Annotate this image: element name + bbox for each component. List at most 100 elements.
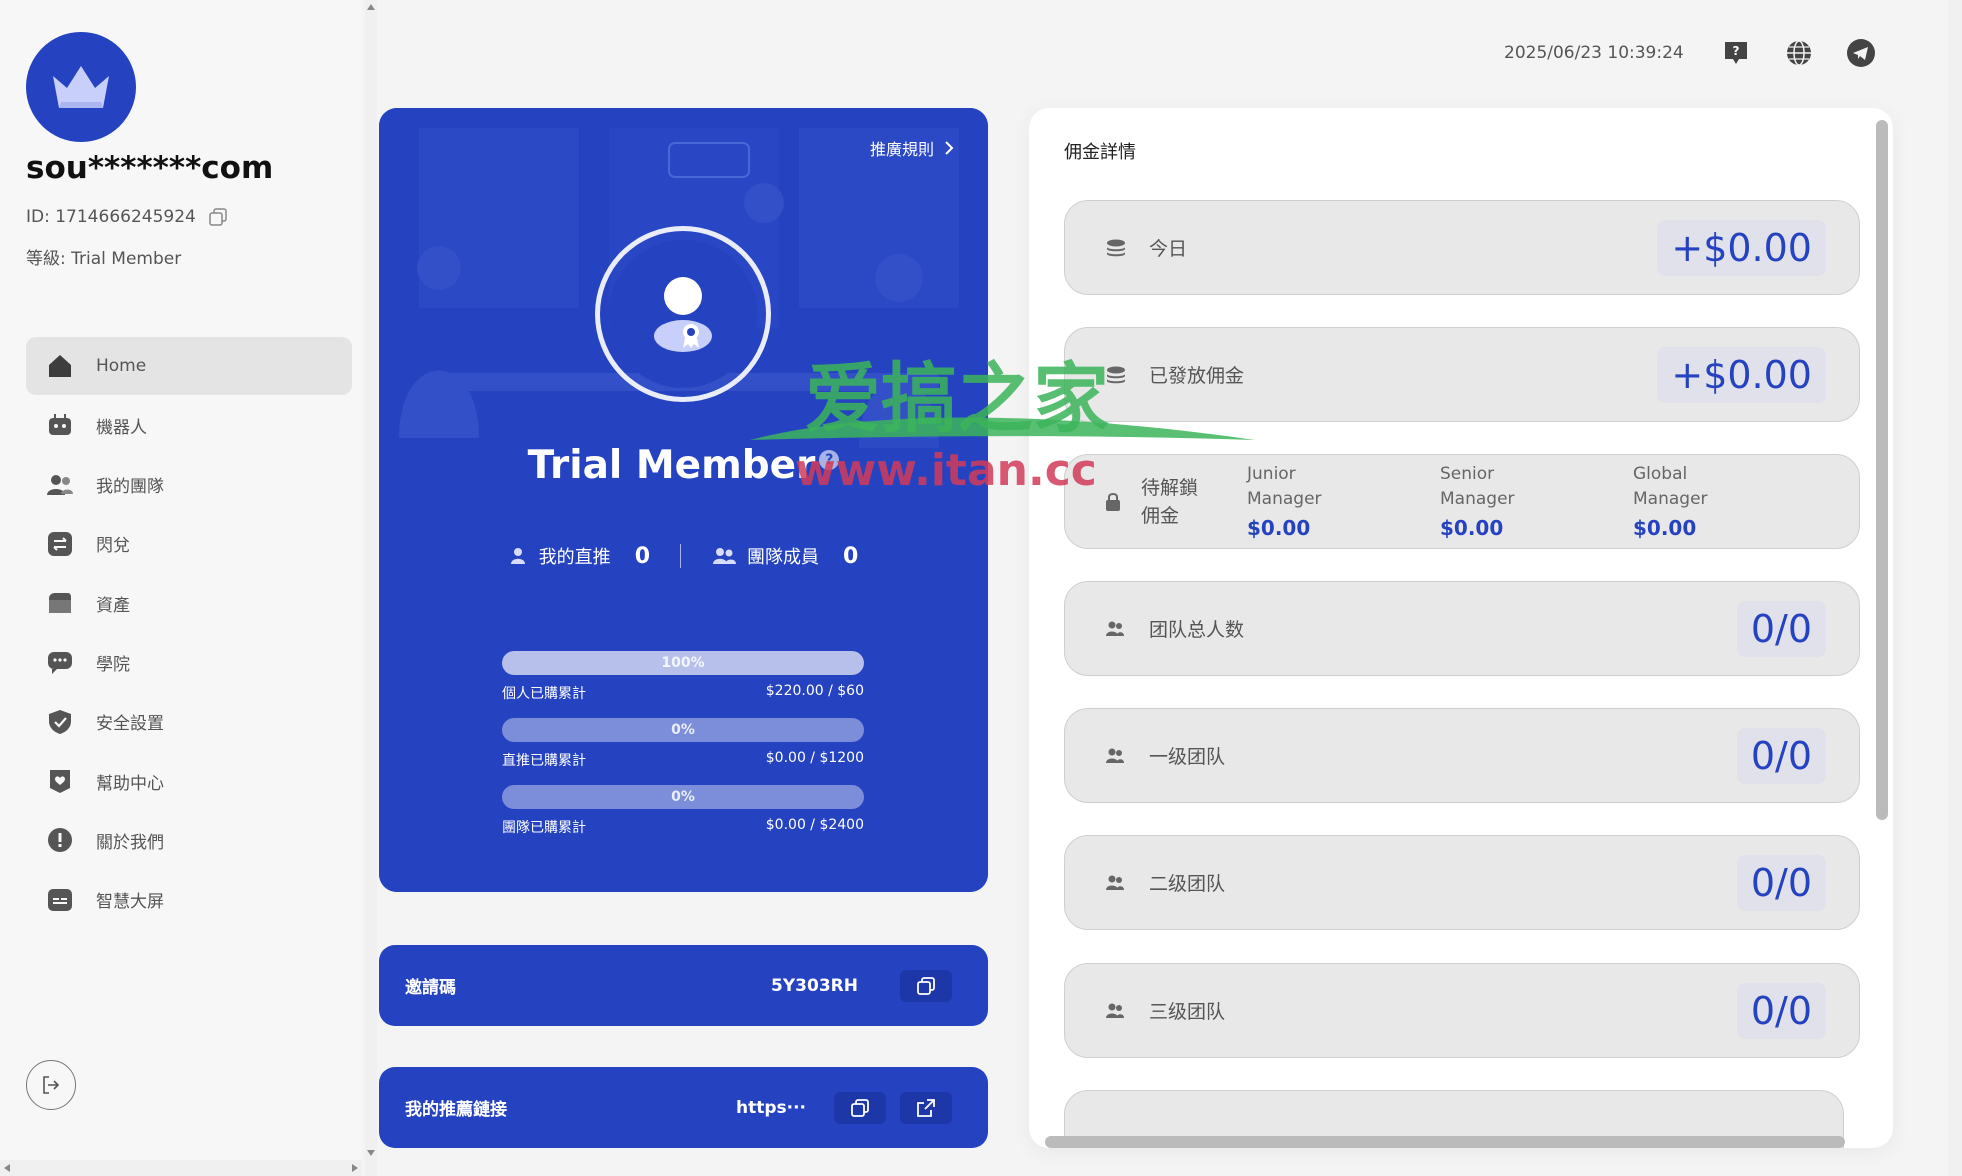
- team-total-row: 团队总人数 0/0: [1064, 581, 1860, 676]
- tier-name-line1: Junior: [1247, 464, 1296, 484]
- nav-item-assets[interactable]: 資產: [26, 574, 352, 632]
- user-id-row: ID: 1714666245924: [26, 207, 228, 227]
- level2-team-value: 0/0: [1736, 854, 1826, 911]
- telegram-icon[interactable]: [1846, 38, 1876, 68]
- team-icon: [1105, 620, 1129, 638]
- progress-label: 直推已購累計: [502, 753, 586, 769]
- team-icon: [1105, 747, 1129, 765]
- user-level: 等級: Trial Member: [26, 249, 182, 269]
- level-help-icon[interactable]: ?: [819, 450, 840, 470]
- progress-percent: 100%: [661, 655, 705, 671]
- sidebar-scrollbar[interactable]: [365, 0, 377, 1176]
- commission-today-label: 今日: [1149, 238, 1188, 260]
- wallet-icon: [46, 589, 74, 617]
- chevron-right-icon: [945, 141, 954, 155]
- commission-panel: 佣金詳情 今日 +$0.00 已發放佣金 +$0.00 待解鎖佣金 Junior…: [1029, 108, 1893, 1148]
- tier-name-line2: Manager: [1440, 489, 1515, 509]
- nav-item-label: 我的團隊: [96, 477, 164, 498]
- nav-item-label: 機器人: [96, 417, 147, 438]
- promotion-rules-link[interactable]: 推廣規則: [870, 136, 954, 160]
- progress-value: $0.00 / $2400: [765, 817, 864, 833]
- tier-amount: $0.00: [1440, 516, 1504, 540]
- nav-item-help[interactable]: 幫助中心: [26, 752, 352, 810]
- progress-bar: 0%: [502, 785, 864, 809]
- referral-link-label: 我的推薦鏈接: [405, 1100, 507, 1120]
- nav-item-about[interactable]: 關於我們: [26, 811, 352, 869]
- progress-percent: 0%: [671, 722, 695, 738]
- copy-referral-link-button[interactable]: [834, 1091, 886, 1124]
- logout-button[interactable]: [26, 1060, 76, 1110]
- copy-icon: [851, 1098, 869, 1117]
- nav-item-robot[interactable]: 機器人: [26, 396, 352, 454]
- level3-team-value: 0/0: [1736, 982, 1826, 1039]
- shield-icon: [46, 708, 74, 736]
- team-icon: [46, 471, 74, 499]
- member-card: 推廣規則 Trial Member? 我的直推 0 團隊成員 0 100% 個人…: [379, 108, 988, 892]
- stats-divider: [680, 544, 681, 568]
- commission-issued-label: 已發放佣金: [1149, 365, 1245, 387]
- direct-referrals-stat[interactable]: 我的直推 0: [509, 543, 650, 569]
- progress-value: $220.00 / $60: [765, 683, 864, 699]
- tier-name-line2: Manager: [1247, 489, 1322, 509]
- nav-item-label: 智慧大屏: [96, 892, 164, 913]
- level1-team-label: 一级团队: [1149, 746, 1226, 768]
- swap-icon: [46, 530, 74, 558]
- team-icon: [1105, 1002, 1129, 1020]
- commission-horizontal-scrollbar[interactable]: [1045, 1136, 1845, 1148]
- progress-percent: 0%: [671, 789, 695, 805]
- commission-pending-row: 待解鎖佣金 Junior Manager $0.00 Senior Manage…: [1064, 454, 1860, 549]
- commission-title: 佣金詳情: [1064, 142, 1136, 163]
- page-scrollbar[interactable]: [1948, 0, 1962, 1176]
- copy-icon[interactable]: [208, 207, 228, 227]
- username: sou*******com: [26, 150, 274, 186]
- external-link-icon: [917, 1098, 935, 1117]
- invite-code-value: 5Y303RH: [771, 975, 858, 996]
- copy-invite-code-button[interactable]: [900, 969, 952, 1002]
- current-datetime: 2025/06/23 10:39:24: [1504, 43, 1684, 63]
- level1-team-value: 0/0: [1736, 727, 1826, 784]
- commission-vertical-scrollbar[interactable]: [1876, 120, 1888, 820]
- team-members-stat[interactable]: 團隊成員 0: [711, 543, 858, 569]
- team-icon: [1105, 874, 1129, 892]
- sidebar: sou*******com ID: 1714666245924 等級: Tria…: [0, 0, 362, 1176]
- globe-icon[interactable]: [1784, 38, 1814, 68]
- help-icon[interactable]: ?: [1721, 38, 1751, 68]
- referral-link-value: https···: [735, 1097, 806, 1118]
- nav-item-home[interactable]: Home: [26, 337, 352, 395]
- member-level-text: Trial Member: [527, 443, 816, 488]
- main-nav: Home 機器人 我的團隊 閃兌 資產 學院 安全設置 幫助中心 關於我們 智慧…: [26, 337, 352, 930]
- nav-item-security[interactable]: 安全設置: [26, 693, 352, 751]
- member-badge: [595, 226, 771, 402]
- level2-team-label: 二级团队: [1149, 873, 1226, 895]
- progress-label: 個人已購累計: [502, 686, 586, 702]
- user-icon: [510, 548, 525, 564]
- progress-label: 團隊已購累計: [502, 820, 586, 836]
- level2-team-row: 二级团队 0/0: [1064, 835, 1860, 930]
- direct-referrals-count: 0: [634, 543, 650, 569]
- pending-tier-senior: Senior Manager $0.00: [1440, 462, 1633, 541]
- nav-item-label: 安全設置: [96, 714, 164, 735]
- team-members-label: 團隊成員: [747, 547, 819, 568]
- crown-icon: [53, 66, 109, 108]
- robot-icon: [46, 411, 74, 439]
- team-total-value: 0/0: [1736, 600, 1826, 657]
- team-members-count: 0: [843, 543, 859, 569]
- pending-tiers: Junior Manager $0.00 Senior Manager $0.0…: [1247, 462, 1826, 541]
- tier-amount: $0.00: [1633, 516, 1697, 540]
- level3-team-label: 三级团队: [1149, 1001, 1226, 1023]
- pending-tier-junior: Junior Manager $0.00: [1247, 462, 1440, 541]
- screen-icon: [46, 886, 74, 914]
- nav-item-academy[interactable]: 學院: [26, 633, 352, 691]
- user-id: ID: 1714666245924: [26, 207, 196, 227]
- open-referral-link-button[interactable]: [900, 1091, 952, 1124]
- nav-item-label: Home: [96, 356, 147, 376]
- logout-icon: [43, 1076, 60, 1094]
- home-icon: [46, 352, 74, 380]
- avatar[interactable]: [26, 32, 136, 142]
- nav-item-swap[interactable]: 閃兌: [26, 515, 352, 573]
- nav-item-team[interactable]: 我的團隊: [26, 456, 352, 514]
- commission-today-value: +$0.00: [1657, 219, 1826, 276]
- nav-item-dashboard[interactable]: 智慧大屏: [26, 871, 352, 929]
- sidebar-horizontal-scrollbar[interactable]: [0, 1160, 362, 1176]
- team-total-label: 团队总人数: [1149, 619, 1245, 641]
